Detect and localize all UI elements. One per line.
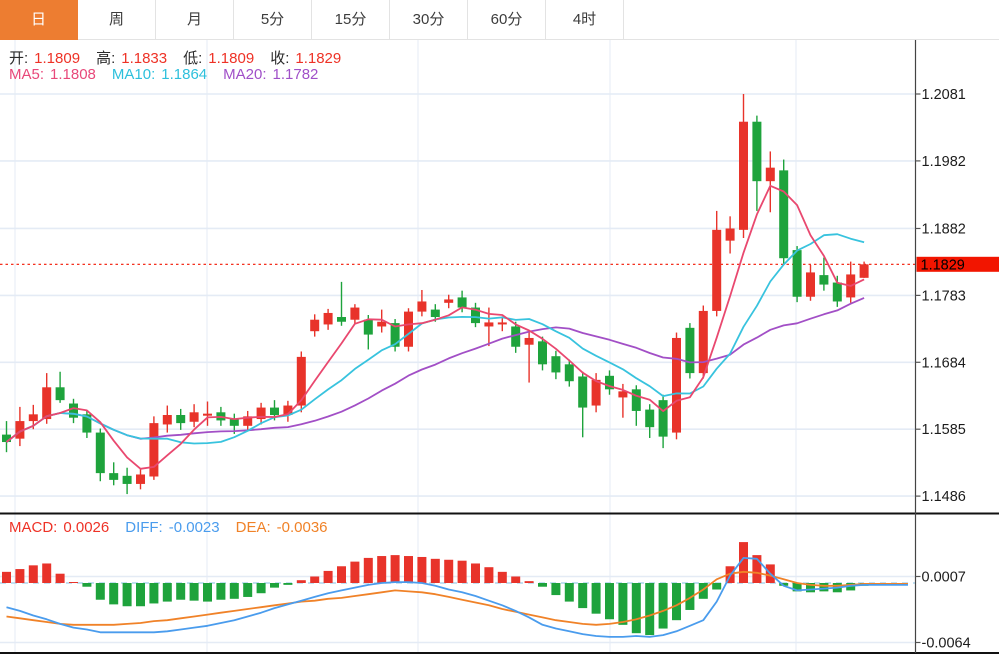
axis-tick-label: 1.1684 [922,355,966,371]
tab-day[interactable]: 日 [0,0,78,40]
tab-month[interactable]: 月 [156,0,234,40]
candles [2,94,869,495]
tab-30min[interactable]: 30分 [390,0,468,40]
axis-tick-label: 1.1486 [922,489,966,505]
axis-tick-label: 0.0007 [922,569,966,585]
tab-4hour[interactable]: 4时 [546,0,624,40]
last-price-value: 1.1829 [921,257,965,273]
candlestick-macd-chart[interactable]: 1.2081 1.1982 1.1882 1.1783 1.1684 1.1585 1.14… [0,40,999,658]
timeframe-tabbar: 日周月 5分 15分 30分 60分 4时 [0,0,999,40]
trading-chart-app: 日周月 5分 15分 30分 60分 4时 1.2081 1.1982 1.1882 1.178… [0,0,999,658]
price-axis: 1.2081 1.1982 1.1882 1.1783 1.1684 1.1585 1.14… [914,40,971,653]
axis-tick-label: 1.1882 [922,221,966,237]
ma10-line [5,233,865,445]
tab-5min[interactable]: 5分 [234,0,312,40]
chart-area: 1.2081 1.1982 1.1882 1.1783 1.1684 1.1585 1.14… [0,40,999,658]
axis-tick-label: 1.1783 [922,288,966,304]
axis-tick-label: 1.1982 [922,154,966,170]
axis-tick-label: 1.2081 [922,87,966,103]
axis-tick-label: -0.0064 [922,635,971,651]
tab-60min[interactable]: 60分 [468,0,546,40]
tab-week[interactable]: 周 [78,0,156,40]
axis-tick-label: 1.1585 [922,422,966,438]
tab-15min[interactable]: 15分 [312,0,390,40]
macd-histogram [2,542,869,636]
last-price-tag: 1.1829 [916,256,999,273]
